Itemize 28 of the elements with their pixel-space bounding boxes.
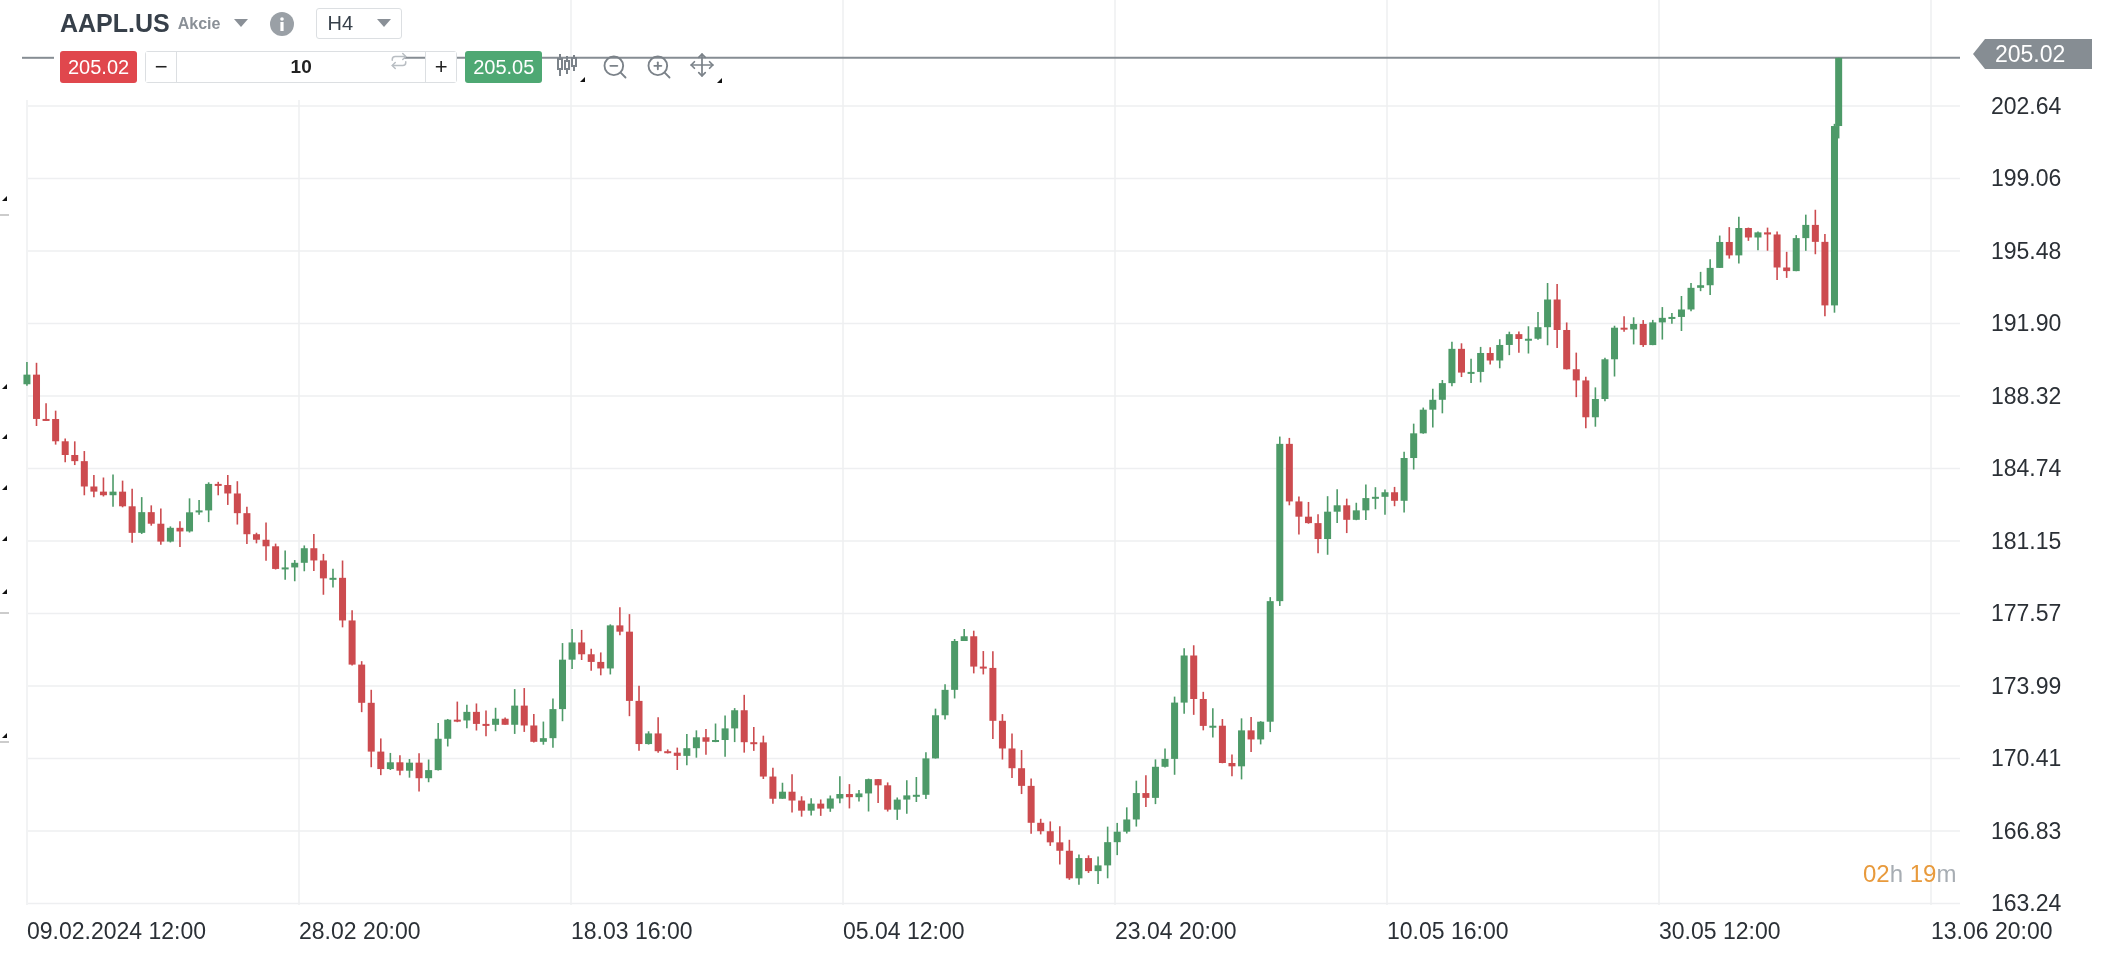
time-axis-label: 09.02.2024 12:00 — [27, 918, 207, 944]
price-axis-label: 181.15 — [1991, 527, 2062, 555]
sell-price-button[interactable]: 205.02 — [60, 51, 138, 83]
price-axis-label: 173.99 — [1991, 672, 2062, 700]
price-axis-label: 177.57 — [1991, 600, 2062, 627]
price-axis-label: 199.06 — [1991, 165, 2062, 192]
instrument-symbol: AAPL.US — [60, 9, 170, 38]
time-axis-label: 30.05 12:00 — [1659, 918, 1781, 944]
price-axis-label: 166.83 — [1991, 817, 2062, 845]
price-axis-label: 188.32 — [1991, 382, 2062, 410]
price-axis-label: 163.24 — [1991, 890, 2062, 917]
price-axis-label: 202.64 — [1991, 92, 2062, 120]
price-axis-label: 191.90 — [1991, 310, 2062, 337]
time-axis-label: 13.06 20:00 — [1931, 918, 2053, 944]
time-axis-label: 10.05 16:00 — [1387, 918, 1509, 944]
price-axis-label: 184.74 — [1991, 455, 2062, 482]
time-axis-label: 05.04 12:00 — [843, 918, 965, 944]
time-axis-label: 18.03 16:00 — [571, 918, 693, 944]
increment-button[interactable]: + — [426, 52, 457, 82]
last-price-tag: 205.02 — [1973, 39, 2092, 69]
price-axis-label: 170.41 — [1991, 745, 2062, 772]
timeframe-select[interactable]: H4 — [316, 8, 403, 39]
time-axis-label: 28.02 20:00 — [299, 918, 421, 944]
price-axis-label: 195.48 — [1991, 237, 2062, 265]
candle-countdown: 02h 19m — [1863, 860, 1957, 888]
instrument-type: Akcie — [177, 14, 221, 33]
time-axis-label: 23.04 20:00 — [1115, 918, 1237, 944]
quantity-stepper[interactable]: − 10 + — [145, 51, 458, 83]
